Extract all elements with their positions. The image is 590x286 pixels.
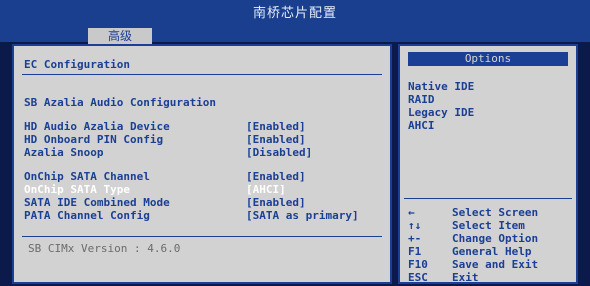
help-text: Select Screen bbox=[452, 206, 539, 219]
setting-label: SATA IDE Combined Mode bbox=[24, 196, 170, 209]
options-panel: Options Native IDE RAID Legacy IDE AHCI … bbox=[398, 44, 578, 284]
key-f1: F1 bbox=[408, 245, 422, 258]
setting-label: Azalia Snoop bbox=[24, 146, 104, 159]
key-esc: ESC bbox=[408, 271, 428, 284]
setting-label: HD Onboard PIN Config bbox=[24, 133, 164, 146]
setting-label: HD Audio Azalia Device bbox=[24, 120, 170, 133]
option-item[interactable]: AHCI bbox=[408, 119, 435, 132]
setting-value[interactable]: [Enabled] bbox=[246, 133, 306, 146]
key-f10: F10 bbox=[408, 258, 428, 271]
key-left-arrow-icon: ← bbox=[408, 206, 415, 219]
section-azalia-audio: SB Azalia Audio Configuration bbox=[24, 96, 217, 109]
setting-label: PATA Channel Config bbox=[24, 209, 150, 222]
option-item[interactable]: Native IDE bbox=[408, 80, 474, 93]
help-text: Save and Exit bbox=[452, 258, 539, 271]
version-text: SB CIMx Version : 4.6.0 bbox=[28, 242, 181, 255]
key-up-down-arrow-icon: ↑↓ bbox=[408, 219, 422, 232]
help-text: General Help bbox=[452, 245, 532, 258]
window-title: 南桥芯片配置 bbox=[0, 0, 590, 28]
divider bbox=[404, 198, 572, 199]
help-text: Exit bbox=[452, 271, 479, 284]
help-text: Select Item bbox=[452, 219, 525, 232]
section-ec-configuration[interactable]: EC Configuration bbox=[24, 58, 130, 71]
options-header: Options bbox=[408, 52, 568, 66]
setting-value[interactable]: [Enabled] bbox=[246, 120, 306, 133]
setting-value[interactable]: [AHCI] bbox=[246, 183, 286, 196]
setting-value[interactable]: [SATA as primary] bbox=[246, 209, 359, 222]
setting-value[interactable]: [Disabled] bbox=[246, 146, 312, 159]
setting-value[interactable]: [Enabled] bbox=[246, 170, 306, 183]
option-item[interactable]: RAID bbox=[408, 93, 435, 106]
key-plus-minus: +- bbox=[408, 232, 422, 245]
setting-value[interactable]: [Enabled] bbox=[246, 196, 306, 209]
tab-advanced[interactable]: 高级 bbox=[88, 28, 152, 44]
setting-label: OnChip SATA Channel bbox=[24, 170, 150, 183]
divider bbox=[22, 236, 382, 237]
option-item[interactable]: Legacy IDE bbox=[408, 106, 474, 119]
help-text: Change Option bbox=[452, 232, 539, 245]
setting-label: OnChip SATA Type bbox=[24, 183, 130, 196]
settings-panel: EC Configuration SB Azalia Audio Configu… bbox=[12, 44, 392, 284]
divider bbox=[22, 74, 382, 75]
